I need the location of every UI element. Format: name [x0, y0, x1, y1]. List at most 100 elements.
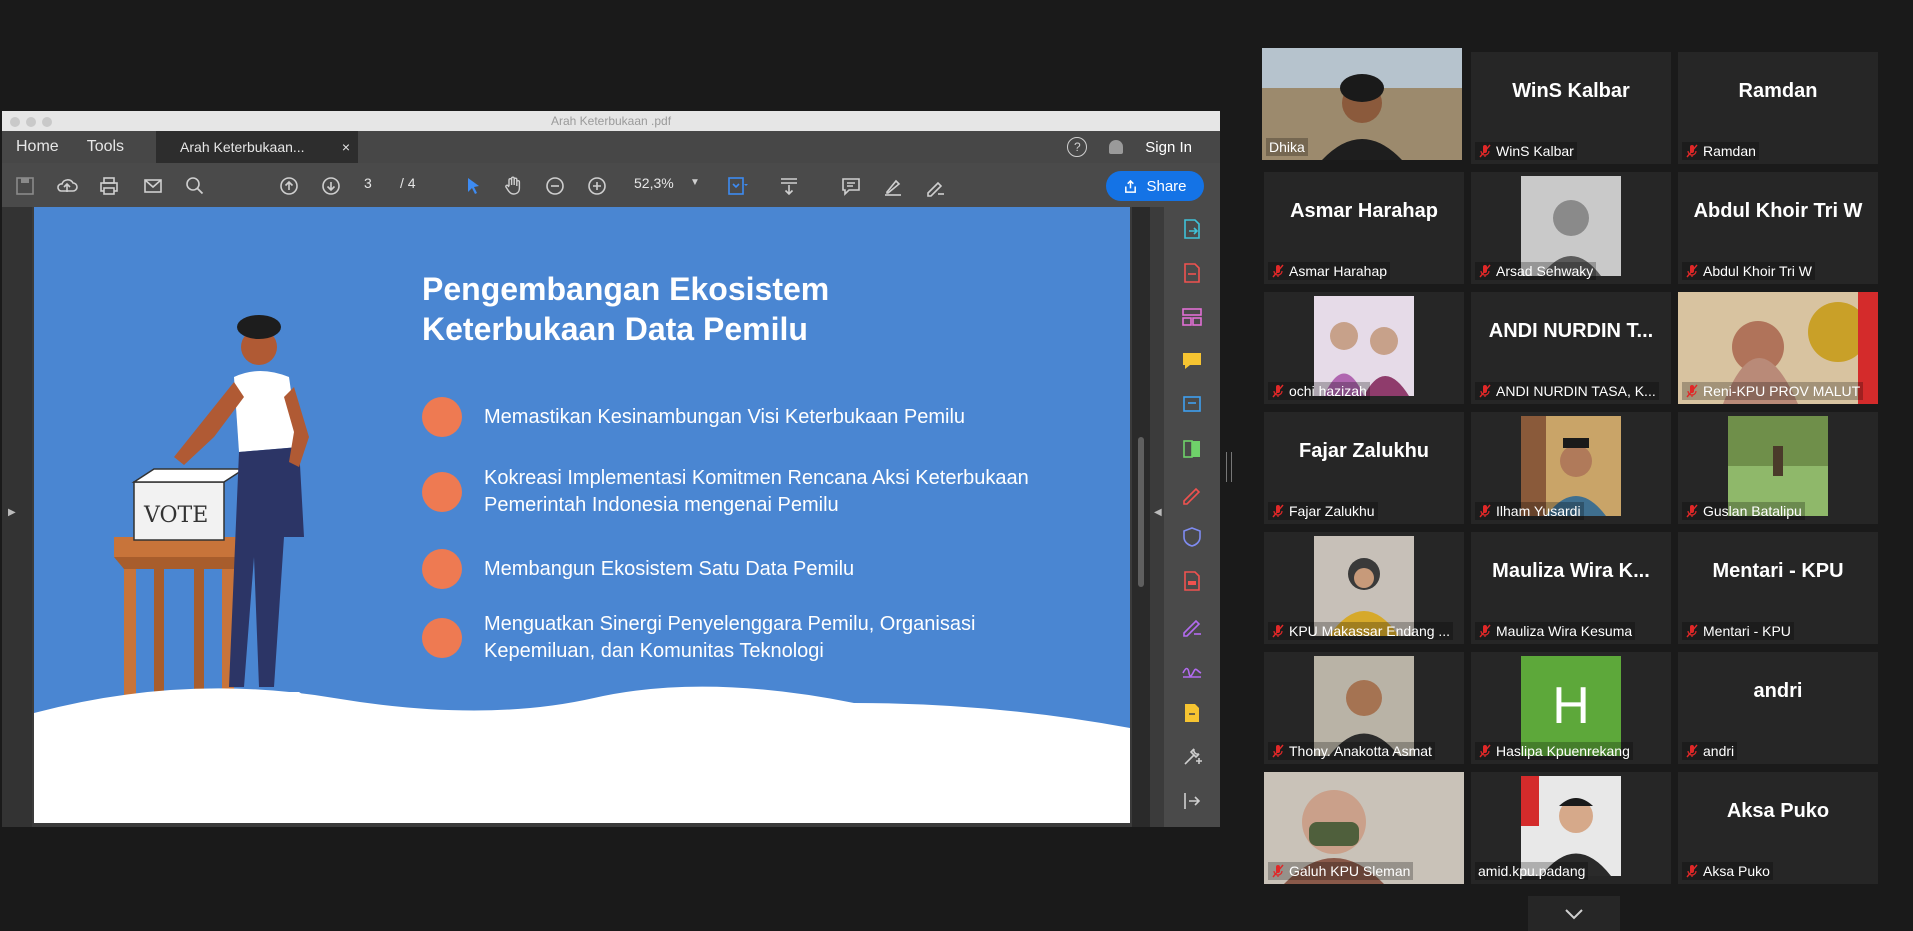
nav-tools[interactable]: Tools: [73, 131, 138, 163]
compare-files-icon[interactable]: [1180, 437, 1204, 461]
participant-tile[interactable]: andri andri: [1678, 652, 1878, 764]
muted-mic-icon: [1479, 264, 1491, 278]
document-tab-label: Arah Keterbukaan...: [180, 139, 305, 155]
participant-tile[interactable]: H Haslipa Kpuenrekang: [1471, 652, 1671, 764]
bullet-text: Memastikan Kesinambungan Visi Keterbukaa…: [484, 405, 966, 428]
save-icon[interactable]: [14, 175, 36, 197]
panel-splitter[interactable]: [1226, 452, 1232, 482]
fill-sign-icon[interactable]: [1180, 481, 1204, 505]
participant-tile[interactable]: Aksa Puko Aksa Puko: [1678, 772, 1878, 884]
pdf-document-icon[interactable]: [1180, 569, 1204, 593]
participant-tile[interactable]: Asmar Harahap Asmar Harahap: [1264, 172, 1464, 284]
comment-icon[interactable]: [840, 175, 862, 197]
video-feed: [1314, 296, 1414, 396]
notification-bell-icon[interactable]: [1109, 140, 1124, 154]
fit-page-icon[interactable]: [726, 175, 748, 197]
create-pdf-icon[interactable]: [1180, 261, 1204, 285]
sign-in-button[interactable]: Sign In: [1145, 139, 1192, 156]
select-cursor-icon[interactable]: [462, 175, 484, 197]
avatar: H: [1521, 656, 1621, 756]
highlight-pen-icon[interactable]: [882, 175, 904, 197]
collapse-right-panel-icon[interactable]: ◀: [1154, 507, 1162, 518]
zoom-in-icon[interactable]: [586, 175, 608, 197]
signature-icon[interactable]: [1180, 657, 1204, 681]
document-tab[interactable]: Arah Keterbukaan... ×: [156, 131, 359, 163]
participant-tile[interactable]: Abdul Khoir Tri W Abdul Khoir Tri W: [1678, 172, 1878, 284]
comment-tool-icon[interactable]: [1180, 349, 1204, 373]
participant-tile[interactable]: Ramdan Ramdan: [1678, 52, 1878, 164]
protect-shield-icon[interactable]: [1180, 525, 1204, 549]
search-icon[interactable]: [184, 175, 206, 197]
participant-tile[interactable]: WinS Kalbar WinS Kalbar: [1471, 52, 1671, 164]
participant-tile[interactable]: Fajar Zalukhu Fajar Zalukhu: [1264, 412, 1464, 524]
zoom-out-icon[interactable]: [544, 175, 566, 197]
sign-pen-icon[interactable]: [924, 175, 946, 197]
participant-name: ANDI NURDIN TASA, K...: [1475, 382, 1659, 400]
close-window-button[interactable]: [10, 117, 20, 127]
more-tools-icon[interactable]: [1180, 745, 1204, 769]
muted-mic-icon: [1686, 504, 1698, 518]
request-signature-icon[interactable]: [1180, 613, 1204, 637]
participant-name: Aksa Puko: [1682, 862, 1773, 880]
participant-tile[interactable]: ANDI NURDIN T... ANDI NURDIN TASA, K...: [1471, 292, 1671, 404]
collapse-panel-icon[interactable]: [1180, 789, 1204, 813]
window-controls[interactable]: [10, 117, 52, 127]
document-area[interactable]: ▶ VOTE Pengembangan Ekosistem Keterbukaa…: [2, 207, 1220, 827]
bullet-item: Membangun Ekosistem Satu Data Pemilu: [422, 549, 1112, 589]
nav-home[interactable]: Home: [2, 131, 73, 163]
chevron-down-icon[interactable]: ▼: [690, 177, 700, 188]
expand-left-panel-icon[interactable]: ▶: [8, 507, 16, 518]
gallery-next-page-button[interactable]: [1528, 896, 1620, 931]
previous-page-icon[interactable]: [278, 175, 300, 197]
participant-tile[interactable]: amid.kpu.padang: [1471, 772, 1671, 884]
participant-tile[interactable]: KPU Makassar Endang ...: [1264, 532, 1464, 644]
video-feed: [1521, 176, 1621, 276]
participant-tile[interactable]: Galuh KPU Sleman: [1264, 772, 1464, 884]
minimize-window-button[interactable]: [26, 117, 36, 127]
window-title: Arah Keterbukaan .pdf: [550, 114, 672, 128]
page-number-input[interactable]: 3: [364, 175, 372, 191]
participant-name: Arsad Sehwaky: [1475, 262, 1597, 280]
bullet-dot: [422, 397, 462, 437]
participant-name: Mentari - KPU: [1682, 622, 1794, 640]
participant-display-name: Aksa Puko: [1726, 800, 1830, 822]
participant-name: Abdul Khoir Tri W: [1682, 262, 1815, 280]
help-icon[interactable]: ?: [1067, 137, 1088, 157]
participant-tile[interactable]: Guslan Batalipu: [1678, 412, 1878, 524]
vertical-scrollbar[interactable]: [1132, 207, 1150, 827]
participant-tile[interactable]: Reni-KPU PROV MALUT: [1678, 292, 1878, 404]
close-tab-icon[interactable]: ×: [342, 139, 350, 155]
zoom-level-select[interactable]: 52,3%: [634, 175, 674, 191]
next-page-icon[interactable]: [320, 175, 342, 197]
participant-display-name: Asmar Harahap: [1290, 200, 1438, 222]
scroll-mode-icon[interactable]: [778, 175, 800, 197]
participant-tile-dhika[interactable]: Dhika: [1262, 48, 1462, 160]
participant-tile[interactable]: Thony. Anakotta Asmat: [1264, 652, 1464, 764]
bullet-text: Menguatkan Sinergi Penyelenggara Pemilu,…: [484, 613, 976, 662]
scrollbar-thumb[interactable]: [1138, 437, 1144, 587]
slide-title-line-1: Pengembangan Ekosistem: [422, 271, 830, 307]
participant-tile[interactable]: Arsad Sehwaky: [1471, 172, 1671, 284]
print-icon[interactable]: [98, 175, 120, 197]
participant-tile[interactable]: Mentari - KPU Mentari - KPU: [1678, 532, 1878, 644]
participant-name: Thony. Anakotta Asmat: [1268, 742, 1435, 760]
participant-tile[interactable]: ochi hazizah: [1264, 292, 1464, 404]
organize-pages-icon[interactable]: [1180, 305, 1204, 329]
pdf-viewer-window: Arah Keterbukaan .pdf Home Tools Arah Ke…: [2, 111, 1220, 827]
send-for-review-icon[interactable]: [1180, 701, 1204, 725]
vote-label: VOTE: [143, 503, 208, 528]
upload-cloud-icon[interactable]: [56, 175, 78, 197]
participant-name: Fajar Zalukhu: [1268, 502, 1378, 520]
hand-tool-icon[interactable]: [502, 175, 524, 197]
share-button[interactable]: Share: [1106, 171, 1204, 201]
email-icon[interactable]: [142, 175, 164, 197]
export-pdf-icon[interactable]: [1180, 217, 1204, 241]
muted-mic-icon: [1479, 384, 1491, 398]
participant-name: Ilham Yusardi: [1475, 502, 1584, 520]
maximize-window-button[interactable]: [42, 117, 52, 127]
participant-tile[interactable]: Mauliza Wira K... Mauliza Wira Kesuma: [1471, 532, 1671, 644]
video-feed: [1314, 656, 1414, 756]
scan-ocr-icon[interactable]: [1180, 393, 1204, 417]
participant-tile[interactable]: Ilham Yusardi: [1471, 412, 1671, 524]
muted-mic-icon: [1479, 504, 1491, 518]
